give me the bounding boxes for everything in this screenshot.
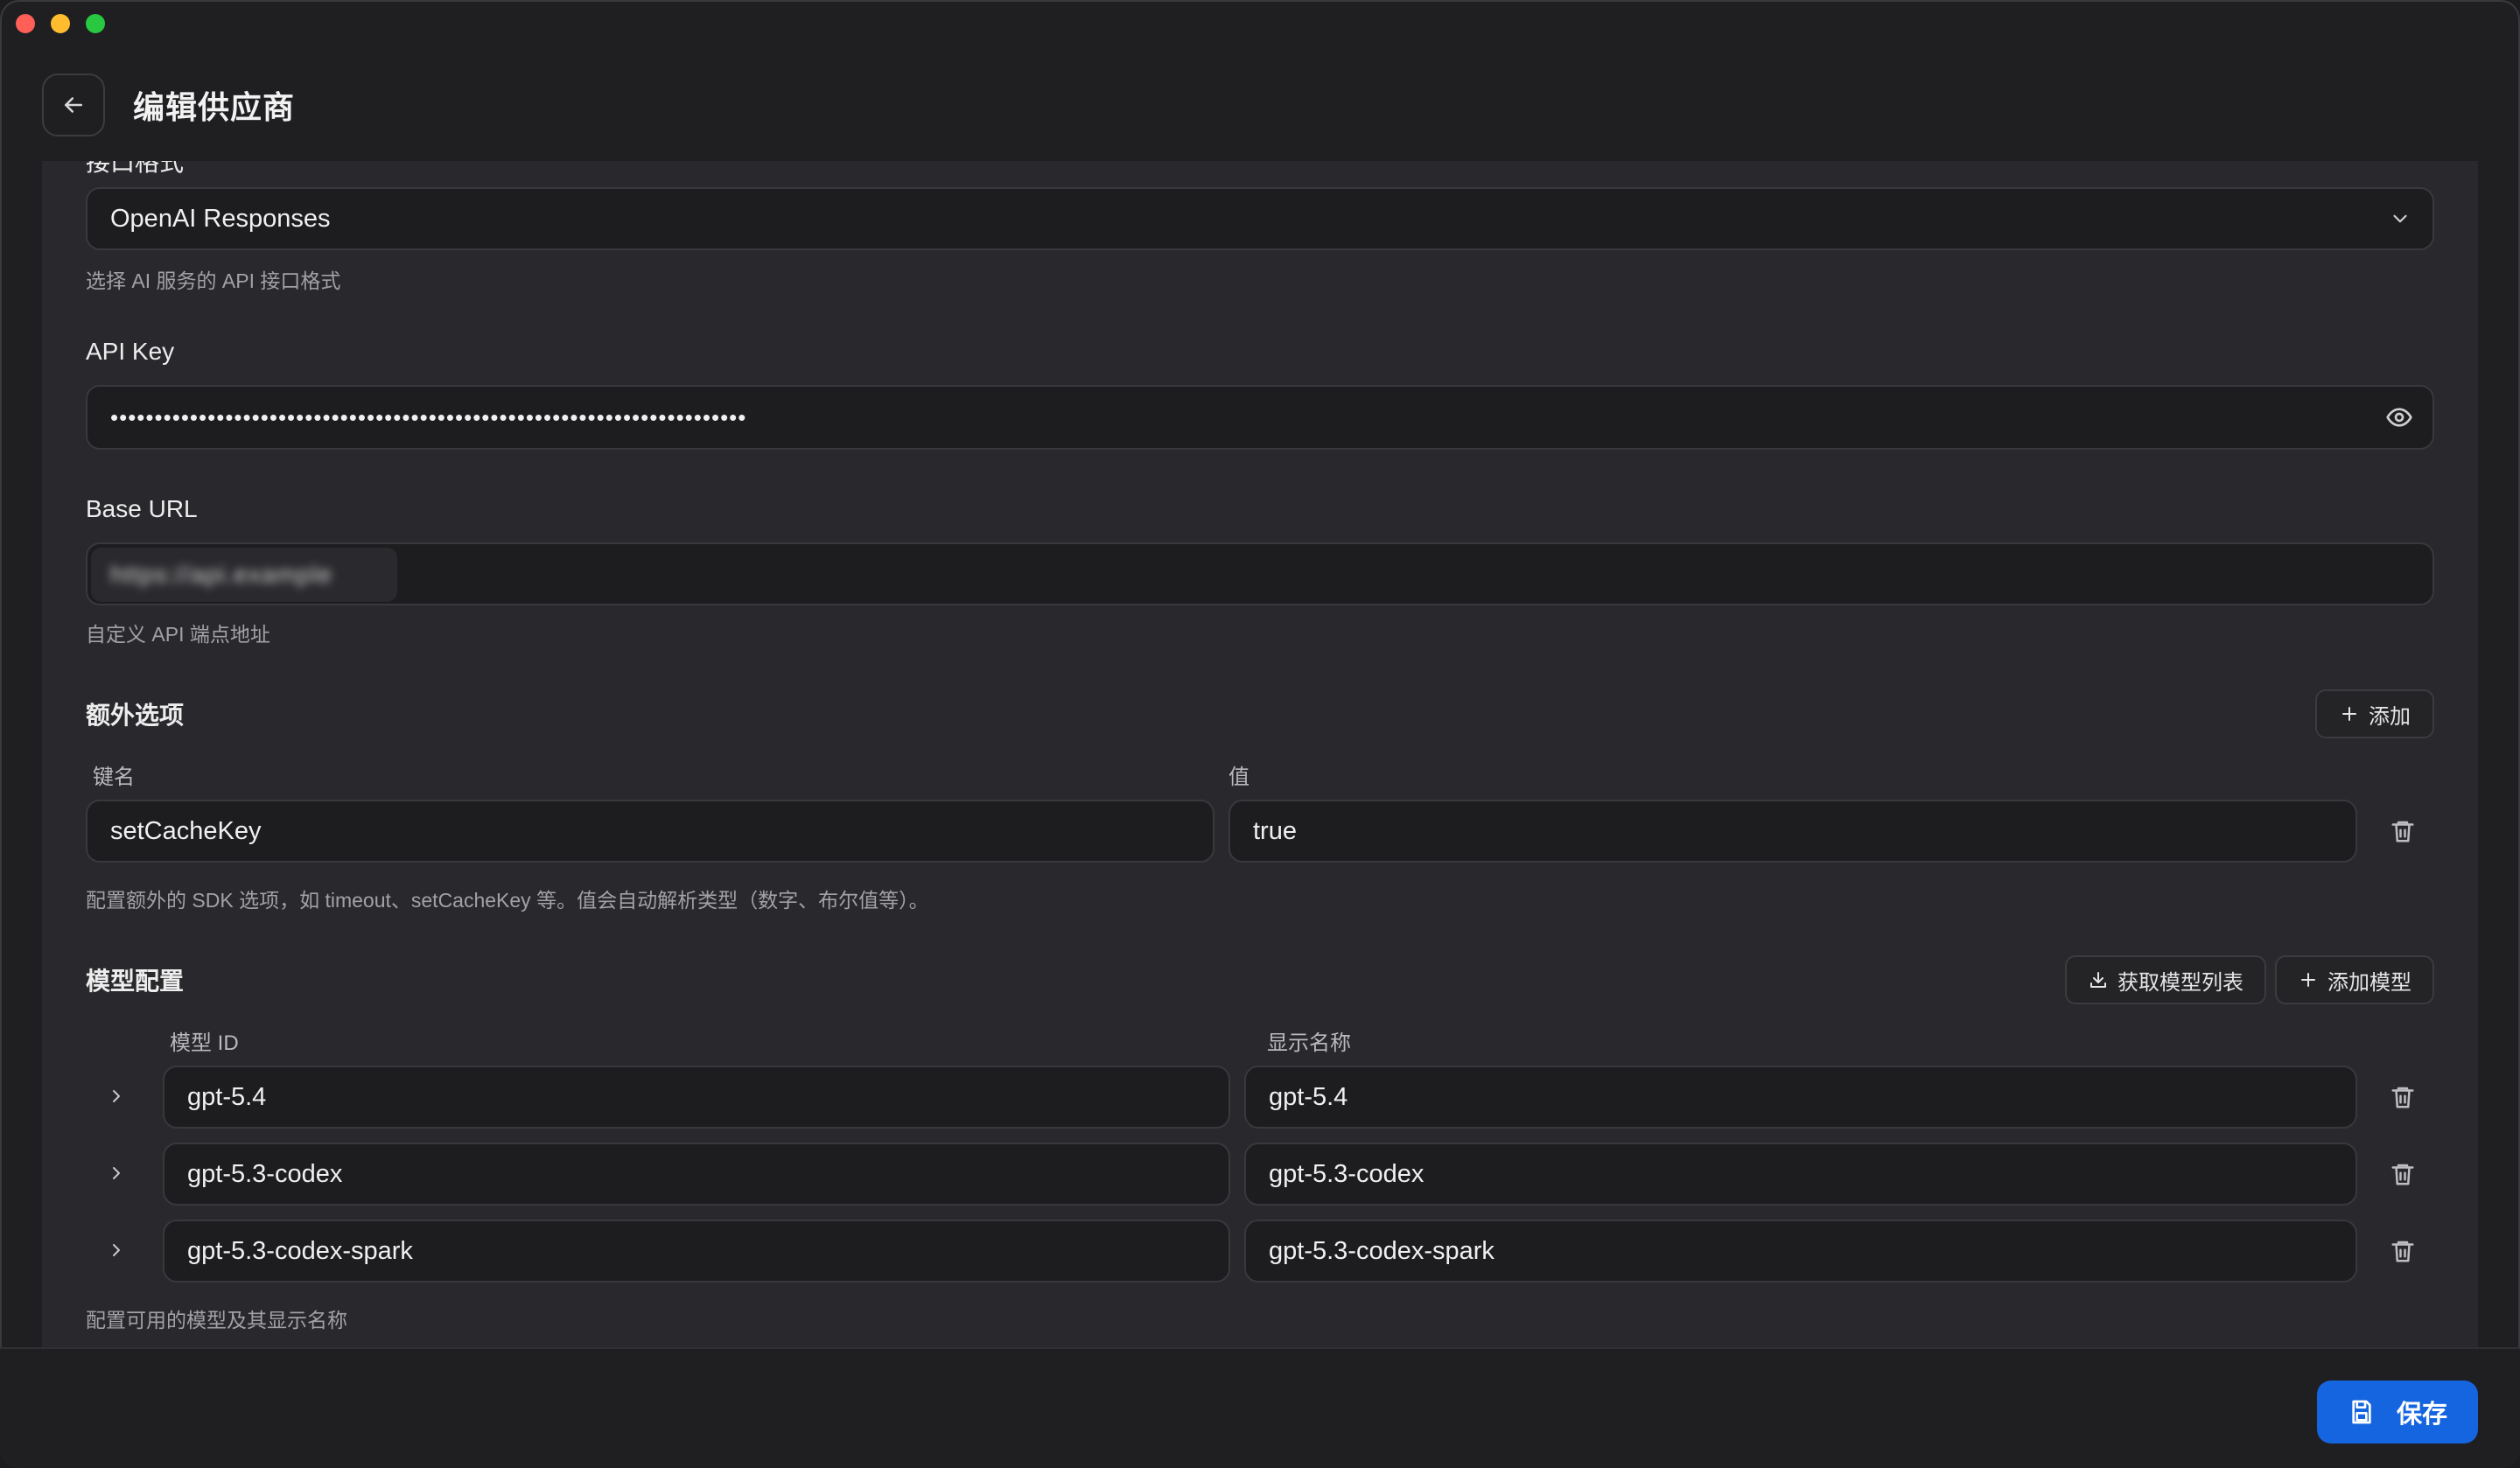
extra-options-title: 额外选项: [86, 702, 185, 729]
chevron-right-icon: [113, 1167, 120, 1179]
model-name-value: gpt-5.3-codex: [1269, 1159, 1424, 1188]
model-id-input[interactable]: gpt-5.3-codex-spark: [163, 1220, 1230, 1283]
chevron-right-icon: [113, 1090, 120, 1102]
add-model-button[interactable]: 添加模型: [2275, 955, 2434, 1004]
page-title: 编辑供应商: [133, 89, 296, 125]
model-name-value: gpt-5.4: [1269, 1082, 1348, 1111]
api-key-input[interactable]: ••••••••••••••••••••••••••••••••••••••••…: [86, 385, 2434, 450]
save-icon: [2352, 1400, 2371, 1424]
base-url-redacted-value: https://api.example: [91, 548, 397, 602]
expand-model-button[interactable]: [103, 1160, 130, 1186]
fetch-models-button[interactable]: 获取模型列表: [2065, 955, 2266, 1004]
api-format-help: 选择 AI 服务的 API 接口格式: [86, 269, 341, 292]
add-option-button[interactable]: 添加: [2315, 689, 2434, 738]
model-id-input[interactable]: gpt-5.4: [163, 1066, 1230, 1129]
extra-options-help: 配置额外的 SDK 选项，如 timeout、setCacheKey 等。值会自…: [86, 889, 929, 912]
option-value-input[interactable]: true: [1228, 800, 2357, 863]
delete-model-button[interactable]: [2387, 1080, 2418, 1115]
models-title: 模型配置: [86, 968, 185, 995]
base-url-value: https://api.example: [110, 561, 333, 588]
trash-icon: [2391, 1241, 2414, 1262]
save-label: 保存: [2396, 1401, 2447, 1429]
form-panel[interactable]: 接口格式 OpenAI Responses 选择 AI 服务的 API 接口格式…: [42, 161, 2478, 1347]
add-model-label: 添加模型: [2328, 970, 2412, 995]
delete-model-button[interactable]: [2387, 1234, 2418, 1269]
back-button[interactable]: [42, 73, 105, 136]
api-key-masked-value: ••••••••••••••••••••••••••••••••••••••••…: [110, 403, 747, 430]
model-name-column-label: 显示名称: [1267, 1031, 1351, 1055]
footer: 保存: [0, 1347, 2520, 1468]
model-name-input[interactable]: gpt-5.4: [1244, 1066, 2357, 1129]
option-key-input[interactable]: setCacheKey: [86, 800, 1214, 863]
trash-icon: [2391, 821, 2414, 842]
option-value-column-label: 值: [1228, 765, 1250, 789]
fetch-models-label: 获取模型列表: [2118, 970, 2244, 995]
base-url-input[interactable]: https://api.example: [86, 542, 2434, 605]
model-id-value: gpt-5.4: [187, 1082, 267, 1111]
expand-model-button[interactable]: [103, 1237, 130, 1263]
model-id-input[interactable]: gpt-5.3-codex: [163, 1143, 1230, 1206]
option-value-value: true: [1253, 816, 1297, 845]
trash-icon: [2391, 1164, 2414, 1185]
model-id-column-label: 模型 ID: [170, 1031, 239, 1055]
models-help: 配置可用的模型及其显示名称: [86, 1309, 347, 1332]
api-format-select[interactable]: OpenAI Responses: [86, 187, 2434, 250]
chevron-right-icon: [113, 1244, 120, 1256]
model-name-input[interactable]: gpt-5.3-codex: [1244, 1143, 2357, 1206]
plus-icon: [2342, 707, 2356, 721]
base-url-help: 自定义 API 端点地址: [86, 623, 270, 646]
eye-icon[interactable]: [2385, 403, 2413, 431]
model-name-input[interactable]: gpt-5.3-codex-spark: [1244, 1220, 2357, 1283]
delete-option-button[interactable]: [2387, 814, 2418, 849]
chevron-down-icon: [2393, 214, 2407, 223]
base-url-label: Base URL: [86, 495, 198, 522]
model-id-value: gpt-5.3-codex-spark: [187, 1236, 413, 1265]
option-key-value: setCacheKey: [110, 816, 262, 845]
download-icon: [2090, 972, 2106, 988]
delete-model-button[interactable]: [2387, 1157, 2418, 1192]
trash-icon: [2391, 1087, 2414, 1108]
option-key-column-label: 键名: [93, 765, 135, 789]
api-format-label: 接口格式: [86, 161, 185, 176]
model-name-value: gpt-5.3-codex-spark: [1269, 1236, 1494, 1265]
api-format-value: OpenAI Responses: [110, 204, 331, 233]
app-window: 编辑供应商 接口格式 OpenAI Responses 选择 AI 服务的 AP…: [0, 0, 2520, 1468]
expand-model-button[interactable]: [103, 1083, 130, 1109]
header: 编辑供应商: [0, 0, 2520, 161]
api-key-label: API Key: [86, 338, 175, 365]
add-option-label: 添加: [2369, 704, 2411, 729]
model-id-value: gpt-5.3-codex: [187, 1159, 343, 1188]
save-button[interactable]: 保存: [2317, 1381, 2478, 1444]
arrow-left-icon: [65, 97, 82, 113]
plus-icon: [2301, 973, 2315, 987]
